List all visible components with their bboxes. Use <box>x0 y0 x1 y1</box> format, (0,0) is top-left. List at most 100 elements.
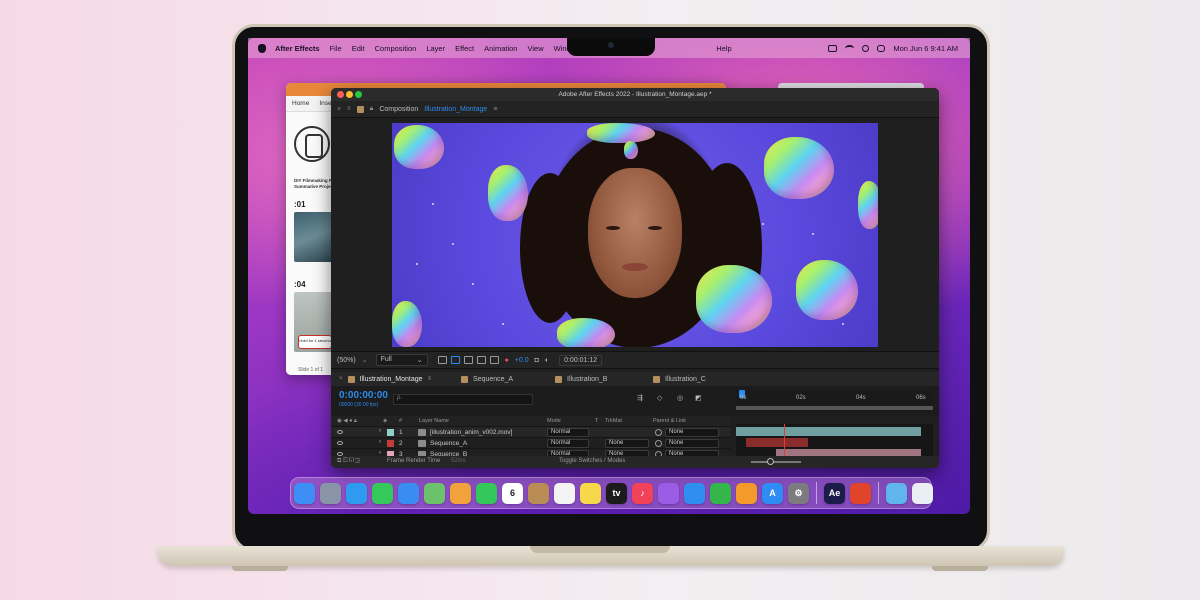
ae-titlebar[interactable]: Adobe After Effects 2022 - Illustration_… <box>331 88 939 101</box>
fast-preview-icon[interactable] <box>437 356 447 364</box>
work-area-bar[interactable] <box>736 406 933 410</box>
menu-animation[interactable]: Animation <box>484 44 517 53</box>
apple-menu-icon[interactable] <box>258 43 266 53</box>
timeline-search-input[interactable]: ρ. <box>393 394 533 405</box>
minimize-window-icon[interactable] <box>346 91 353 98</box>
toggle-switches-modes-button[interactable]: Toggle Switches / Modes <box>559 458 625 464</box>
notes-icon[interactable] <box>580 482 601 504</box>
doc-tab-home[interactable]: Home <box>292 100 309 107</box>
zoom-window-icon[interactable] <box>355 91 362 98</box>
layer-name[interactable]: Sequence_A <box>430 440 467 447</box>
expand-icon[interactable]: › <box>379 428 381 434</box>
menu-composition[interactable]: Composition <box>375 44 417 53</box>
tab-illustration-montage[interactable]: × Illustration_Montage ≡ <box>339 375 453 383</box>
office-icon[interactable] <box>850 482 871 504</box>
tv-icon[interactable]: tv <box>606 482 627 504</box>
transparency-grid-icon[interactable] <box>450 356 460 364</box>
timecode-display[interactable]: 0:00:00:00 <box>339 390 388 401</box>
spotlight-icon[interactable] <box>862 44 870 52</box>
notes-brown-icon[interactable] <box>528 482 549 504</box>
panel-toggle-icons[interactable]: ⧉ ◰ ◱ ◲ <box>337 458 360 465</box>
trkmat-dropdown[interactable]: None <box>605 439 649 448</box>
reminders-icon[interactable] <box>554 482 575 504</box>
3d-view-icon[interactable] <box>489 356 499 364</box>
layer-color-label[interactable] <box>387 440 394 447</box>
current-time-display[interactable]: 0:00:01:12 <box>559 354 603 366</box>
numbers-icon[interactable] <box>710 482 731 504</box>
composition-viewer[interactable] <box>392 123 878 347</box>
maps-icon[interactable] <box>424 482 445 504</box>
composition-flowchart-icon[interactable]: ⇶ <box>637 394 643 402</box>
layer-name-column[interactable]: Layer Name <box>419 418 449 424</box>
calendar-icon[interactable]: 6 <box>502 482 523 504</box>
layer-duration-bar[interactable] <box>736 427 921 436</box>
podcasts-icon[interactable] <box>658 482 679 504</box>
graph-editor-icon[interactable]: ◩ <box>695 394 702 402</box>
tab-menu-icon[interactable]: ≡ <box>428 376 432 382</box>
blend-mode-dropdown[interactable]: Normal <box>547 428 589 437</box>
layer-color-label[interactable] <box>387 429 394 436</box>
doc-tab-insert[interactable]: Inse <box>319 100 331 107</box>
composition-name[interactable]: Illustration_Montage <box>424 106 487 113</box>
region-of-interest-icon[interactable] <box>476 356 486 364</box>
menu-app-name[interactable]: After Effects <box>275 44 320 53</box>
magnification-dropdown[interactable]: (50%) <box>337 357 356 364</box>
menu-layer[interactable]: Layer <box>426 44 445 53</box>
close-panel-icon[interactable]: × <box>337 106 341 113</box>
chevron-down-icon[interactable]: ⌄ <box>362 356 368 364</box>
layer-row[interactable]: › 1 [illustration_anim_v002.mov] Normal … <box>331 426 731 437</box>
time-ruler[interactable]: 0s 02s 04s 06s <box>736 390 933 412</box>
color-channels-icon[interactable]: ● <box>505 357 509 364</box>
snapshot-icon[interactable]: ◘ <box>535 357 539 364</box>
layer-name[interactable]: [illustration_anim_v002.mov] <box>430 429 512 436</box>
finder-icon[interactable] <box>294 482 315 504</box>
tab-illustration-c[interactable]: Illustration_C <box>653 375 743 383</box>
tab-illustration-b[interactable]: Illustration_B <box>555 375 645 383</box>
timeline-zoom-slider[interactable] <box>751 461 801 463</box>
blend-mode-dropdown[interactable]: Normal <box>547 439 589 448</box>
keynote-icon[interactable] <box>684 482 705 504</box>
messages-icon[interactable] <box>372 482 393 504</box>
after-effects-window[interactable]: Adobe After Effects 2022 - Illustration_… <box>331 88 939 468</box>
photos-icon[interactable] <box>450 482 471 504</box>
app-store-icon[interactable]: A <box>762 482 783 504</box>
close-tab-icon[interactable]: × <box>339 376 343 382</box>
timeline-tracks[interactable] <box>736 424 933 460</box>
safari-icon[interactable] <box>346 482 367 504</box>
close-window-icon[interactable] <box>337 91 344 98</box>
draft-3d-icon[interactable]: ◇ <box>657 394 662 402</box>
system-preferences-icon[interactable]: ⚙ <box>788 482 809 504</box>
parent-dropdown[interactable]: None <box>665 439 719 448</box>
layer-duration-bar[interactable] <box>746 438 808 447</box>
menu-edit[interactable]: Edit <box>352 44 365 53</box>
pickwhip-icon[interactable] <box>655 429 662 436</box>
music-icon[interactable]: ♪ <box>632 482 653 504</box>
lock-icon[interactable]: 🔒︎ <box>370 105 374 113</box>
trash-icon[interactable] <box>912 482 933 504</box>
facetime-icon[interactable] <box>476 482 497 504</box>
show-snapshot-icon[interactable]: ◐ <box>545 357 549 364</box>
layer-row[interactable]: › 2 Sequence_A Normal None None <box>331 437 731 448</box>
menu-effect[interactable]: Effect <box>455 44 474 53</box>
launchpad-icon[interactable] <box>320 482 341 504</box>
motion-blur-icon[interactable]: ◎ <box>677 394 683 402</box>
control-center-icon[interactable] <box>877 44 886 52</box>
composition-panel-tab[interactable]: × ≡ 🔒︎ Composition Illustration_Montage … <box>331 101 939 118</box>
after-effects-icon[interactable]: Ae <box>824 482 845 504</box>
expand-icon[interactable]: › <box>379 439 381 445</box>
mask-visibility-icon[interactable] <box>463 356 473 364</box>
battery-icon[interactable] <box>828 44 838 52</box>
comp-menu-icon[interactable]: ≡ <box>493 106 497 113</box>
parent-dropdown[interactable]: None <box>665 428 719 437</box>
menu-view[interactable]: View <box>527 44 543 53</box>
playhead-line[interactable] <box>784 424 785 460</box>
pages-icon[interactable] <box>736 482 757 504</box>
menu-clock[interactable]: Mon Jun 6 9:41 AM <box>893 44 958 53</box>
downloads-folder-icon[interactable] <box>886 482 907 504</box>
panel-menu-icon[interactable]: ≡ <box>347 106 351 112</box>
mail-icon[interactable] <box>398 482 419 504</box>
zoom-slider-handle[interactable] <box>767 458 774 465</box>
tab-sequence-a[interactable]: Sequence_A <box>461 375 547 383</box>
exposure-value[interactable]: +0.0 <box>515 357 529 364</box>
resolution-dropdown[interactable]: Full ⌄ <box>375 354 428 366</box>
